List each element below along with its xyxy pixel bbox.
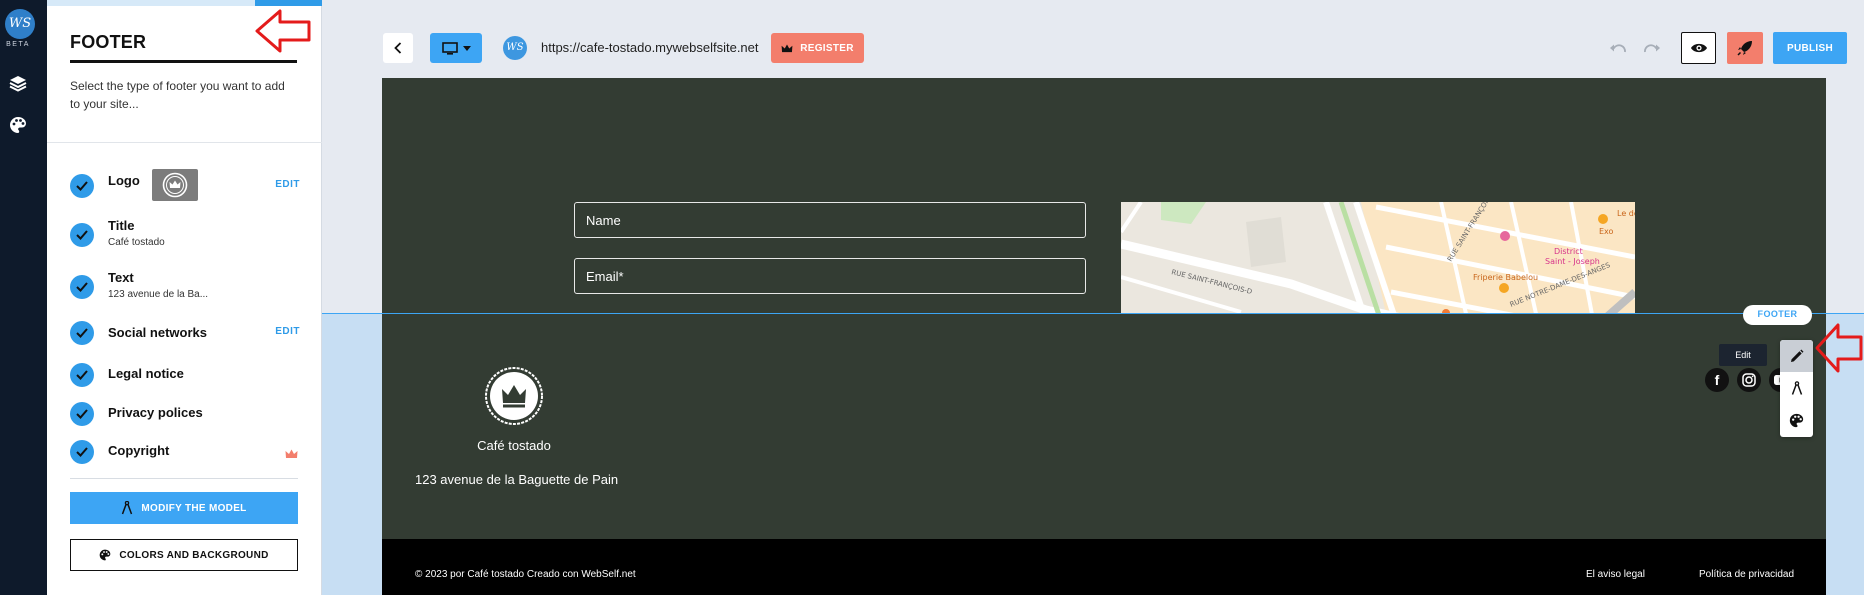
checkmark-icon[interactable] xyxy=(70,402,94,426)
rocket-icon xyxy=(1737,41,1752,56)
left-rail: WS BETA xyxy=(0,0,47,595)
privacy-policy-link[interactable]: Política de privacidad xyxy=(1699,569,1794,580)
title-rule xyxy=(70,60,297,63)
preview-button[interactable] xyxy=(1681,32,1716,64)
map-poi-label: Exo xyxy=(1599,227,1614,236)
edit-logo-link[interactable]: EDIT xyxy=(275,179,300,190)
footer-section-tag[interactable]: FOOTER xyxy=(1743,305,1812,325)
register-button[interactable]: REGISTER xyxy=(771,33,864,63)
divider xyxy=(70,478,298,479)
panel-description: Select the type of footer you want to ad… xyxy=(70,79,285,111)
publish-button[interactable]: PUBLISH xyxy=(1773,32,1847,64)
modify-model-label: MODIFY THE MODEL xyxy=(141,502,247,514)
arrow-annotation-icon xyxy=(254,8,312,59)
modify-model-button[interactable]: MODIFY THE MODEL xyxy=(70,492,298,524)
legal-notice-link[interactable]: El aviso legal xyxy=(1586,569,1645,580)
option-label: Copyright xyxy=(108,443,170,458)
register-label: REGISTER xyxy=(800,42,854,54)
checkmark-icon[interactable] xyxy=(70,275,94,299)
back-button[interactable] xyxy=(383,33,413,63)
panel-progress-track xyxy=(47,0,255,6)
logo-thumbnail[interactable] xyxy=(152,169,198,201)
checkmark-icon[interactable] xyxy=(70,440,94,464)
site-footer[interactable]: Café tostado 123 avenue de la Baguette d… xyxy=(382,314,1826,539)
name-field[interactable]: Name xyxy=(574,202,1086,238)
compass-icon[interactable] xyxy=(1780,372,1813,404)
chevron-left-icon xyxy=(394,42,402,54)
footer-panel: FOOTER Select the type of footer you wan… xyxy=(47,0,322,595)
map-poi-label: Le de xyxy=(1617,209,1635,218)
checkmark-icon[interactable] xyxy=(70,174,94,198)
email-field[interactable]: Email* xyxy=(574,258,1086,294)
edit-tooltip: Edit xyxy=(1719,344,1767,366)
layers-icon[interactable] xyxy=(7,72,29,94)
option-label: Text xyxy=(108,270,134,285)
map-poi-label: Friperie Babelou xyxy=(1473,273,1538,282)
crown-icon xyxy=(781,43,793,52)
option-label: Social networks xyxy=(108,325,207,340)
premium-crown-icon xyxy=(285,446,298,464)
compass-icon xyxy=(122,501,133,515)
option-privacy[interactable]: Privacy polices xyxy=(70,399,300,427)
beta-label: BETA xyxy=(6,41,30,48)
option-label: Title xyxy=(108,218,135,233)
editor-app: WS BETA FOOTER Select the type of footer… xyxy=(0,0,1864,595)
undo-icon[interactable] xyxy=(1609,39,1627,57)
checkmark-icon[interactable] xyxy=(70,321,94,345)
checkmark-icon[interactable] xyxy=(70,223,94,247)
site-badge: WS xyxy=(503,36,527,60)
colors-background-button[interactable]: COLORS AND BACKGROUND xyxy=(70,539,298,571)
option-title[interactable]: Title Café tostado xyxy=(70,218,300,254)
section-tools xyxy=(1780,340,1813,437)
footer-address[interactable]: 123 avenue de la Baguette de Pain xyxy=(415,472,618,487)
option-label: Privacy polices xyxy=(108,405,203,420)
copyright-text: © 2023 por Café tostado Creado con WebSe… xyxy=(415,569,636,580)
palette-icon xyxy=(100,549,111,561)
redo-icon[interactable] xyxy=(1643,39,1661,57)
device-selector[interactable] xyxy=(430,33,482,63)
arrow-annotation-icon xyxy=(1814,322,1864,379)
edit-social-link[interactable]: EDIT xyxy=(275,326,300,337)
launch-button[interactable] xyxy=(1727,32,1763,64)
panel-title: FOOTER xyxy=(70,32,147,52)
instagram-icon[interactable] xyxy=(1737,368,1761,392)
facebook-icon[interactable]: f xyxy=(1705,368,1729,392)
site-url[interactable]: https://cafe-tostado.mywebselfsite.net xyxy=(541,40,759,55)
divider xyxy=(47,142,322,143)
palette-icon[interactable] xyxy=(1780,404,1813,436)
option-label: Logo xyxy=(108,173,140,188)
option-legal-notice[interactable]: Legal notice xyxy=(70,360,300,388)
eye-icon xyxy=(1690,43,1707,53)
option-social-networks[interactable]: Social networks EDIT xyxy=(70,318,300,346)
panel-progress xyxy=(255,0,322,6)
option-value: Café tostado xyxy=(108,237,165,248)
caret-down-icon xyxy=(462,45,471,51)
footer-logo[interactable] xyxy=(484,366,544,426)
option-copyright[interactable]: Copyright xyxy=(70,437,300,465)
footer-title[interactable]: Café tostado xyxy=(382,438,646,453)
desktop-icon xyxy=(441,41,458,55)
checkmark-icon[interactable] xyxy=(70,363,94,387)
copyright-bar: © 2023 por Café tostado Creado con WebSe… xyxy=(382,539,1826,595)
palette-icon[interactable] xyxy=(7,114,29,136)
edit-pencil-icon[interactable] xyxy=(1780,340,1813,372)
colors-background-label: COLORS AND BACKGROUND xyxy=(119,549,269,561)
option-value: 123 avenue de la Ba... xyxy=(108,289,209,300)
option-text[interactable]: Text 123 avenue de la Ba... xyxy=(70,270,300,306)
brand-logo[interactable]: WS xyxy=(5,9,35,39)
option-label: Legal notice xyxy=(108,366,184,381)
